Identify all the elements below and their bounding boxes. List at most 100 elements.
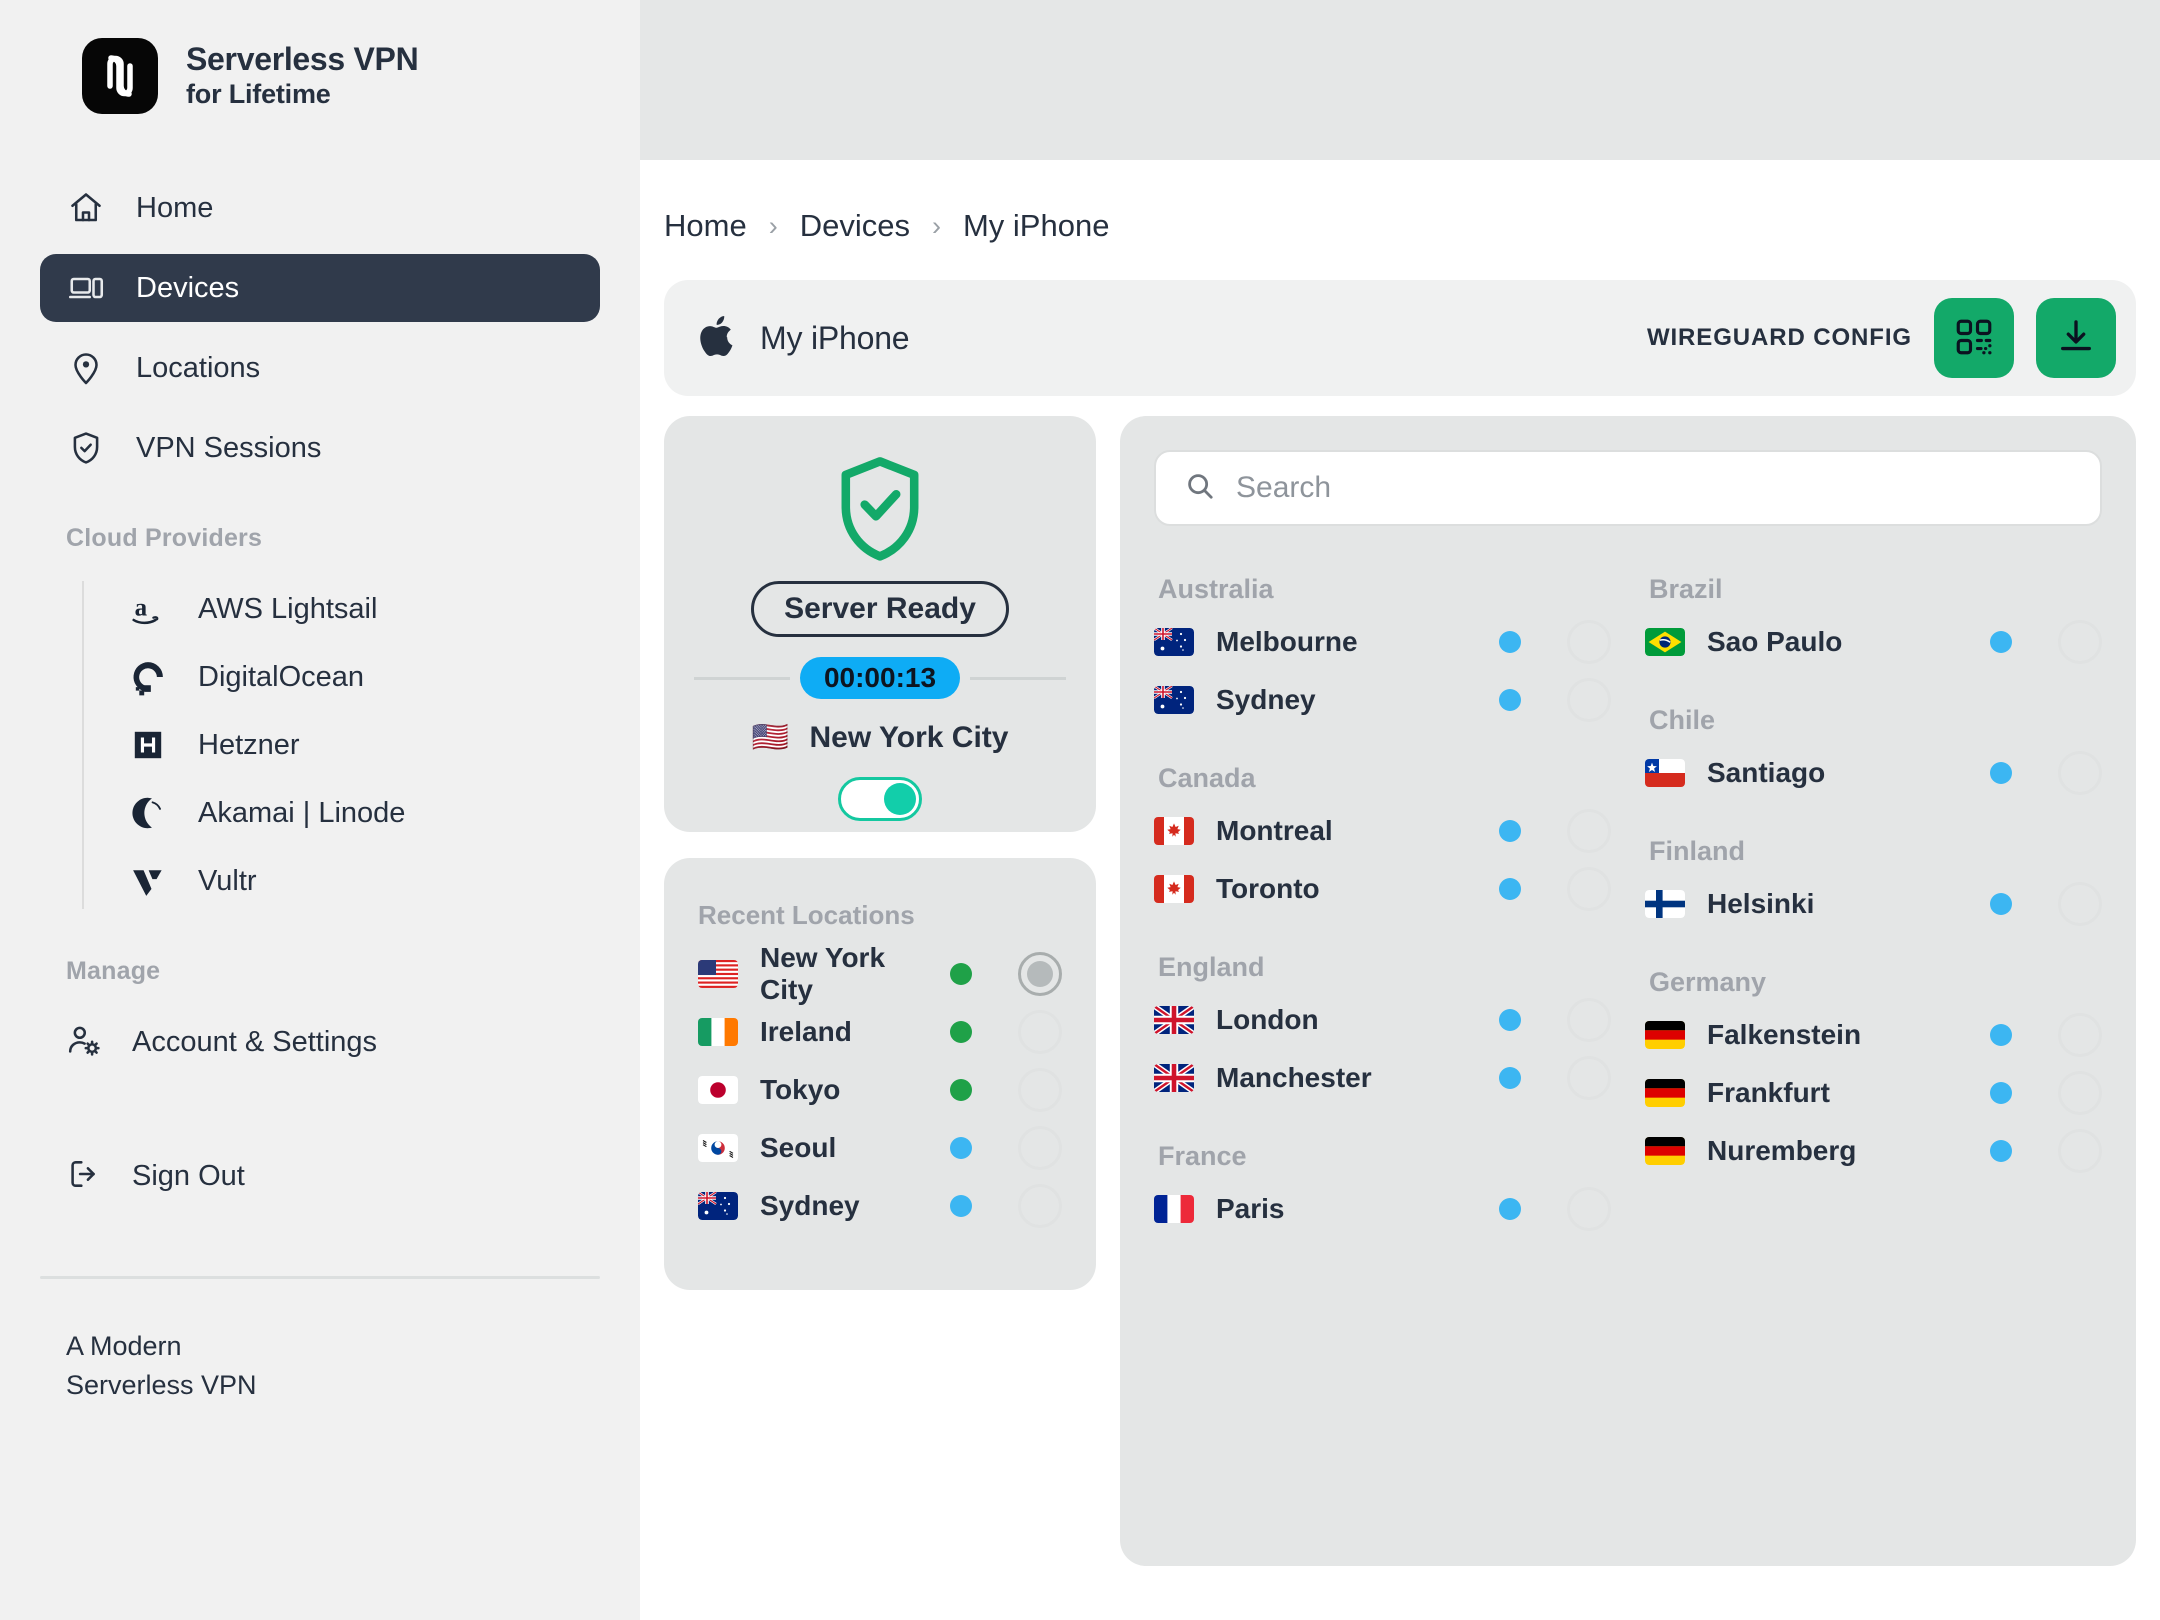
flag-au-icon (698, 1192, 738, 1220)
status-dot (1990, 762, 2012, 784)
status-dot (1990, 893, 2012, 915)
sidebar-item-label: Locations (136, 352, 260, 385)
sign-out-icon (66, 1156, 102, 1197)
city-label: Toronto (1216, 873, 1320, 905)
sidebar-item-label: Akamai | Linode (198, 797, 405, 830)
select-location-radio[interactable] (1567, 620, 1611, 664)
city-row[interactable]: Paris (1154, 1180, 1611, 1238)
sidebar-item-aws-lightsail[interactable]: a AWS Lightsail (122, 575, 600, 643)
select-location-radio[interactable] (2058, 620, 2102, 664)
breadcrumb-item-home[interactable]: Home (664, 208, 747, 244)
recent-location-row[interactable]: Ireland (698, 1003, 1062, 1061)
breadcrumb-item-current[interactable]: My iPhone (963, 208, 1109, 244)
sidebar-item-devices[interactable]: Devices (40, 254, 600, 322)
flag-us-icon (698, 960, 738, 988)
left-column: Server Ready 00:00:13 🇺🇸 New York City (664, 416, 1096, 1566)
status-dot (950, 1195, 972, 1217)
sidebar-footer-line2: Serverless VPN (66, 1366, 600, 1405)
city-row[interactable]: Melbourne (1154, 613, 1611, 671)
city-row[interactable]: Sydney (1154, 671, 1611, 729)
city-label: Helsinki (1707, 888, 1814, 920)
city-row[interactable]: Manchester (1154, 1049, 1611, 1107)
recent-location-row[interactable]: New York City (698, 945, 1062, 1003)
country-title: Australia (1158, 574, 1611, 605)
sidebar-item-digitalocean[interactable]: DigitalOcean (122, 643, 600, 711)
sidebar-item-hetzner[interactable]: Hetzner (122, 711, 600, 779)
sidebar-item-vpn-sessions[interactable]: VPN Sessions (40, 414, 600, 482)
city-row[interactable]: Nuremberg (1645, 1122, 2102, 1180)
sidebar-item-label: Devices (136, 272, 239, 305)
flag-ie-icon (698, 1018, 738, 1046)
city-row[interactable]: Santiago (1645, 744, 2102, 802)
recent-location-label: New York City (760, 942, 928, 1006)
search-input[interactable] (1236, 471, 2072, 505)
select-location-radio[interactable] (2058, 1013, 2102, 1057)
sidebar-item-vultr[interactable]: Vultr (122, 847, 600, 915)
city-row[interactable]: Falkenstein (1645, 1006, 2102, 1064)
select-location-radio[interactable] (1018, 1068, 1062, 1112)
shield-check-icon (826, 450, 934, 575)
sidebar-item-akamai-linode[interactable]: Akamai | Linode (122, 779, 600, 847)
breadcrumb-item-devices[interactable]: Devices (800, 208, 910, 244)
recent-location-row[interactable]: Sydney (698, 1177, 1062, 1235)
cloud-providers-list: a AWS Lightsail DigitalOcean (82, 575, 600, 915)
city-row[interactable]: Frankfurt (1645, 1064, 2102, 1122)
select-location-radio[interactable] (1018, 1010, 1062, 1054)
recent-location-row[interactable]: Seoul (698, 1119, 1062, 1177)
status-dot (1990, 631, 2012, 653)
status-dot (950, 1137, 972, 1159)
sidebar-item-label: AWS Lightsail (198, 593, 377, 626)
select-location-radio[interactable] (1567, 678, 1611, 722)
user-gear-icon (66, 1022, 102, 1063)
status-dot (1499, 1009, 1521, 1031)
vpn-power-toggle[interactable] (838, 777, 922, 821)
city-row[interactable]: Montreal (1154, 802, 1611, 860)
sidebar-item-home[interactable]: Home (40, 174, 600, 242)
city-row[interactable]: London (1154, 991, 1611, 1049)
city-row[interactable]: Sao Paulo (1645, 613, 2102, 671)
select-location-radio[interactable] (2058, 751, 2102, 795)
select-location-radio[interactable] (1567, 998, 1611, 1042)
country-title: Chile (1649, 705, 2102, 736)
country-block: GermanyFalkensteinFrankfurtNuremberg (1645, 967, 2102, 1180)
svg-text:a: a (135, 595, 148, 622)
shield-check-icon (66, 428, 106, 468)
hetzner-icon (126, 723, 170, 767)
session-timer: 00:00:13 (800, 657, 960, 699)
sidebar-item-label: VPN Sessions (136, 432, 321, 465)
recent-location-row[interactable]: Tokyo (698, 1061, 1062, 1119)
select-location-radio[interactable] (1018, 1126, 1062, 1170)
flag-de-icon (1645, 1021, 1685, 1049)
select-location-radio[interactable] (2058, 1129, 2102, 1173)
sidebar-item-sign-out[interactable]: Sign Out (40, 1142, 600, 1210)
brand-title: Serverless VPN (186, 41, 418, 79)
download-config-button[interactable] (2036, 298, 2116, 378)
search-box[interactable] (1154, 450, 2102, 526)
select-location-radio[interactable] (2058, 882, 2102, 926)
city-row[interactable]: Helsinki (1645, 875, 2102, 933)
select-location-radio[interactable] (1567, 867, 1611, 911)
sidebar-item-locations[interactable]: Locations (40, 334, 600, 402)
select-location-radio[interactable] (2058, 1071, 2102, 1115)
recent-locations-title: Recent Locations (698, 900, 1062, 931)
select-location-radio[interactable] (1567, 1056, 1611, 1100)
city-row[interactable]: Toronto (1154, 860, 1611, 918)
digitalocean-icon (126, 655, 170, 699)
status-dot (950, 963, 972, 985)
qr-code-button[interactable] (1934, 298, 2014, 378)
select-location-radio[interactable] (1567, 809, 1611, 853)
active-location-name: New York City (810, 721, 1009, 755)
flag-br-icon (1645, 628, 1685, 656)
topbar (640, 0, 2160, 160)
city-label: Falkenstein (1707, 1019, 1861, 1051)
city-label: Santiago (1707, 757, 1825, 789)
status-dot (1499, 689, 1521, 711)
recent-locations-card: Recent Locations New York City Ireland Tok… (664, 858, 1096, 1290)
country-title: France (1158, 1141, 1611, 1172)
sidebar-item-account-settings[interactable]: Account & Settings (40, 1008, 600, 1076)
select-location-radio[interactable] (1567, 1187, 1611, 1231)
select-location-radio[interactable] (1018, 952, 1062, 996)
recent-location-label: Ireland (760, 1016, 852, 1048)
timer-line-left (694, 677, 790, 680)
select-location-radio[interactable] (1018, 1184, 1062, 1228)
